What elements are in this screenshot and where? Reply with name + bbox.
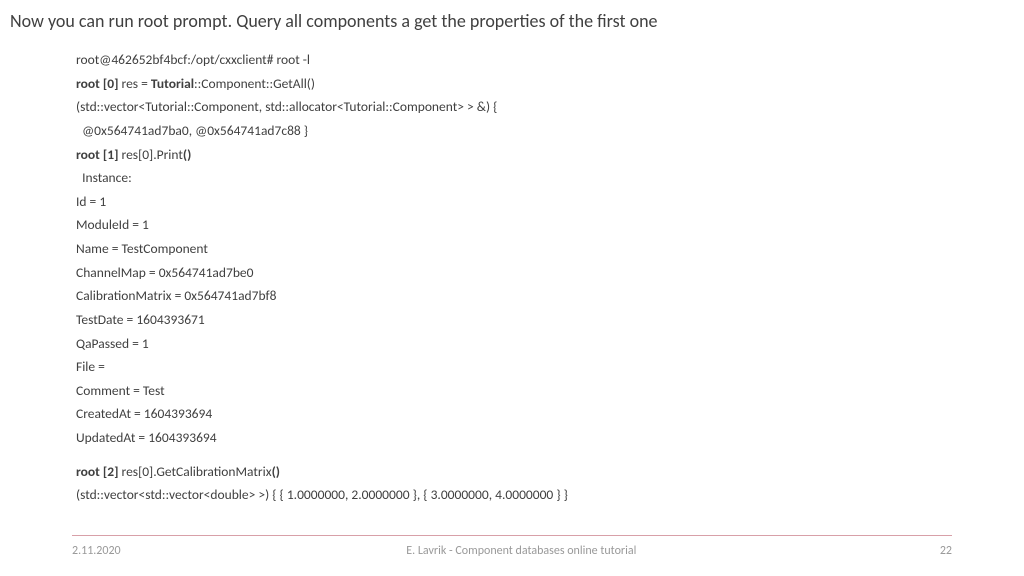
slide-footer: 2.11.2020 E. Lavrik - Component database…	[0, 535, 1024, 576]
footer-page-number: 22	[922, 544, 952, 558]
prompt-label: root [0]	[76, 75, 122, 92]
terminal-line: @0x564741ad7ba0, @0x564741ad7c88 }	[76, 119, 1024, 143]
terminal-line: root@462652bf4bcf:/opt/cxxclient# root -…	[76, 48, 1024, 72]
terminal-line: root [1] res[0].Print()	[76, 143, 1024, 167]
code-text: res[0].GetCalibrationMatrix	[122, 463, 272, 480]
prompt-label: root [2]	[76, 463, 122, 480]
prompt-label: root [1]	[76, 146, 122, 163]
parens: ()	[183, 146, 191, 163]
terminal-line: ModuleId = 1	[76, 213, 1024, 237]
terminal-line: Comment = Test	[76, 379, 1024, 403]
code-text: res =	[122, 75, 151, 92]
footer-title: E. Lavrik - Component databases online t…	[121, 544, 922, 558]
class-name: Tutorial	[151, 75, 194, 92]
terminal-line: Id = 1	[76, 190, 1024, 214]
terminal-line: root [2] res[0].GetCalibrationMatrix()	[76, 460, 1024, 484]
terminal-output: root@462652bf4bcf:/opt/cxxclient# root -…	[76, 48, 1024, 576]
terminal-line: CreatedAt = 1604393694	[76, 402, 1024, 426]
terminal-line: Name = TestComponent	[76, 237, 1024, 261]
terminal-line: CalibrationMatrix = 0x564741ad7bf8	[76, 284, 1024, 308]
slide-title: Now you can run root prompt. Query all c…	[0, 0, 1024, 32]
code-text: res[0].Print	[122, 146, 183, 163]
terminal-line: (std::vector<Tutorial::Component, std::a…	[76, 95, 1024, 119]
code-text: ::Component::GetAll()	[194, 75, 315, 92]
terminal-line: Instance:	[76, 166, 1024, 190]
terminal-line: File =	[76, 355, 1024, 379]
parens: ()	[272, 463, 280, 480]
terminal-line: root [0] res = Tutorial::Component::GetA…	[76, 72, 1024, 96]
terminal-line: TestDate = 1604393671	[76, 308, 1024, 332]
footer-divider	[72, 535, 952, 536]
slide-container: Now you can run root prompt. Query all c…	[0, 0, 1024, 576]
terminal-line: ChannelMap = 0x564741ad7be0	[76, 261, 1024, 285]
terminal-line: QaPassed = 1	[76, 332, 1024, 356]
terminal-line: UpdatedAt = 1604393694	[76, 426, 1024, 450]
footer-row: 2.11.2020 E. Lavrik - Component database…	[72, 544, 952, 558]
footer-date: 2.11.2020	[72, 544, 121, 558]
terminal-line: (std::vector<std::vector<double> >) { { …	[76, 483, 1024, 507]
